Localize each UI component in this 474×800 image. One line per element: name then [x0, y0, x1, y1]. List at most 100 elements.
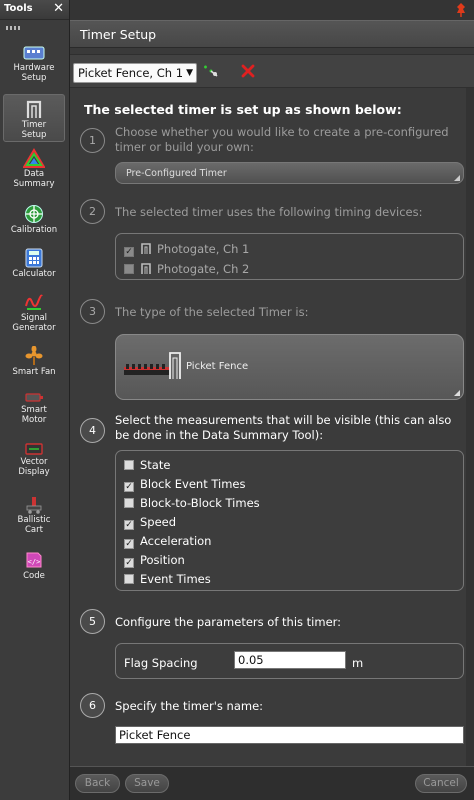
chevron-down-icon: ▼	[186, 68, 193, 78]
timer-select-value: Picket Fence, Ch 1	[78, 66, 184, 80]
measurement-label: Acceleration	[140, 534, 212, 548]
measurement-event-times[interactable]: Event Times	[124, 572, 211, 588]
step-5-text: Configure the parameters of this timer:	[115, 615, 342, 629]
tool-label: Setup	[21, 129, 47, 140]
timer-selector-bar: Picket Fence, Ch 1 ▼	[70, 54, 474, 88]
tool-ballistic-cart[interactable]: Ballistic Cart	[3, 496, 65, 542]
sidebar-title: Tools	[4, 3, 33, 14]
tool-label: Data	[23, 169, 45, 179]
tool-label: Timer	[21, 120, 47, 130]
checkbox-checked[interactable]: ✓	[124, 520, 134, 530]
checkbox-unchecked[interactable]	[124, 498, 134, 508]
cancel-button[interactable]: Cancel	[415, 774, 467, 793]
timer-mode-value: Pre-Configured Timer	[126, 168, 227, 179]
measurement-block-event-times[interactable]: ✓ Block Event Times	[124, 477, 246, 493]
tool-smart-motor[interactable]: Smart Motor	[3, 390, 65, 434]
timer-parameters-group: Flag Spacing 0.05 m	[115, 643, 464, 679]
hardware-icon	[23, 46, 45, 60]
delete-icon[interactable]	[240, 63, 256, 79]
measurement-label: Speed	[140, 515, 177, 529]
tool-smart-fan[interactable]: Smart Fan	[3, 346, 65, 382]
tool-timer-setup[interactable]: Timer Setup	[3, 94, 65, 142]
tool-label: Ballistic	[17, 515, 51, 525]
data-summary-icon	[23, 148, 45, 168]
timer-mode-dropdown[interactable]: Pre-Configured Timer	[115, 162, 464, 184]
code-icon: </>	[26, 552, 42, 568]
step-2-number: 2	[80, 199, 105, 224]
save-button[interactable]: Save	[125, 774, 169, 793]
timer-setup-content: The selected timer is set up as shown be…	[70, 88, 474, 766]
measurements-group: State ✓ Block Event Times Block-to-Block …	[115, 450, 464, 591]
tool-code[interactable]: </> Code	[3, 550, 65, 586]
ballistic-cart-icon	[26, 497, 42, 514]
device-label: Photogate, Ch 1	[157, 242, 250, 256]
timer-setup-panel: Timer Setup Picket Fence, Ch 1 ▼ The sel…	[70, 0, 474, 800]
tool-label: Smart Fan	[12, 367, 56, 377]
tool-label: Calculator	[12, 269, 56, 279]
tool-label: Cart	[25, 524, 43, 535]
signal-generator-icon	[25, 294, 43, 310]
smart-motor-icon	[25, 393, 43, 402]
tool-label: Calibration	[10, 225, 58, 235]
tool-hardware-setup[interactable]: Hardware Setup	[3, 44, 65, 88]
timer-type-label: Picket Fence	[186, 361, 249, 372]
tool-signal-generator[interactable]: Signal Generator	[3, 292, 65, 338]
checkbox-checked[interactable]: ✓	[124, 558, 134, 568]
tool-label: Setup	[21, 72, 47, 83]
checkbox-checked[interactable]: ✓	[124, 482, 134, 492]
tool-label: Vector	[20, 457, 48, 467]
measurement-position[interactable]: ✓ Position	[124, 553, 185, 569]
setup-heading: The selected timer is set up as shown be…	[84, 102, 402, 117]
calculator-icon	[25, 248, 43, 268]
checkbox-unchecked[interactable]	[124, 574, 134, 584]
measurement-speed[interactable]: ✓ Speed	[124, 515, 176, 531]
checkbox-unchecked[interactable]	[124, 460, 134, 470]
measurement-label: Position	[140, 553, 185, 567]
device-row-photogate-ch2[interactable]: Photogate, Ch 2	[124, 262, 249, 278]
svg-text:</>: </>	[28, 558, 41, 566]
dropdown-corner-icon	[454, 175, 460, 181]
timer-type-dropdown[interactable]: Picket Fence	[115, 334, 464, 400]
timer-name-input[interactable]: Picket Fence	[115, 726, 464, 744]
checkbox-checked[interactable]: ✓	[124, 539, 134, 549]
step-1-text: Choose whether you would like to create …	[115, 125, 449, 154]
checkbox-checked[interactable]: ✓	[124, 247, 134, 257]
step-3-number: 3	[80, 299, 105, 324]
content-scrollbar[interactable]	[466, 88, 474, 766]
flag-spacing-unit: m	[352, 656, 364, 670]
checkbox-unchecked[interactable]	[124, 264, 134, 274]
measurement-block-to-block-times[interactable]: Block-to-Block Times	[124, 496, 260, 512]
step-2-text: The selected timer uses the following ti…	[115, 205, 423, 219]
picket-fence-icon	[124, 352, 181, 379]
grip-handle-icon[interactable]	[6, 26, 22, 30]
bottom-button-bar: Back Save Cancel	[70, 766, 474, 800]
dropdown-corner-icon	[454, 390, 460, 396]
measurement-label: Block Event Times	[140, 477, 246, 491]
measurement-label: State	[140, 458, 171, 472]
flag-spacing-label: Flag Spacing	[124, 656, 198, 670]
timer-gate-icon	[26, 100, 42, 118]
panel-top-strip	[70, 0, 474, 20]
measurement-acceleration[interactable]: ✓ Acceleration	[124, 534, 211, 550]
device-label: Photogate, Ch 2	[157, 262, 250, 276]
step-4-number: 4	[80, 418, 105, 443]
device-row-photogate-ch1[interactable]: ✓ Photogate, Ch 1	[124, 242, 249, 258]
step-1-number: 1	[80, 128, 105, 153]
tool-calibration[interactable]: Calibration	[3, 204, 65, 240]
photogate-icon	[141, 263, 151, 274]
tool-vector-display[interactable]: Vector Display	[3, 442, 65, 488]
measurement-state[interactable]: State	[124, 458, 170, 474]
add-timer-icon[interactable]	[202, 63, 220, 79]
tool-data-summary[interactable]: Data Summary	[3, 148, 65, 192]
vector-display-icon	[25, 443, 43, 455]
tool-label: Code	[23, 571, 45, 581]
pin-icon[interactable]	[454, 2, 468, 18]
timer-select-dropdown[interactable]: Picket Fence, Ch 1 ▼	[73, 63, 197, 83]
tool-label: Signal	[20, 313, 48, 323]
tool-calculator[interactable]: Calculator	[3, 248, 65, 284]
back-button[interactable]: Back	[75, 774, 120, 793]
close-icon[interactable]: ✕	[53, 1, 64, 16]
flag-spacing-input[interactable]: 0.05	[234, 651, 346, 669]
tool-label: Display	[18, 466, 50, 477]
tool-label: Generator	[12, 322, 56, 333]
